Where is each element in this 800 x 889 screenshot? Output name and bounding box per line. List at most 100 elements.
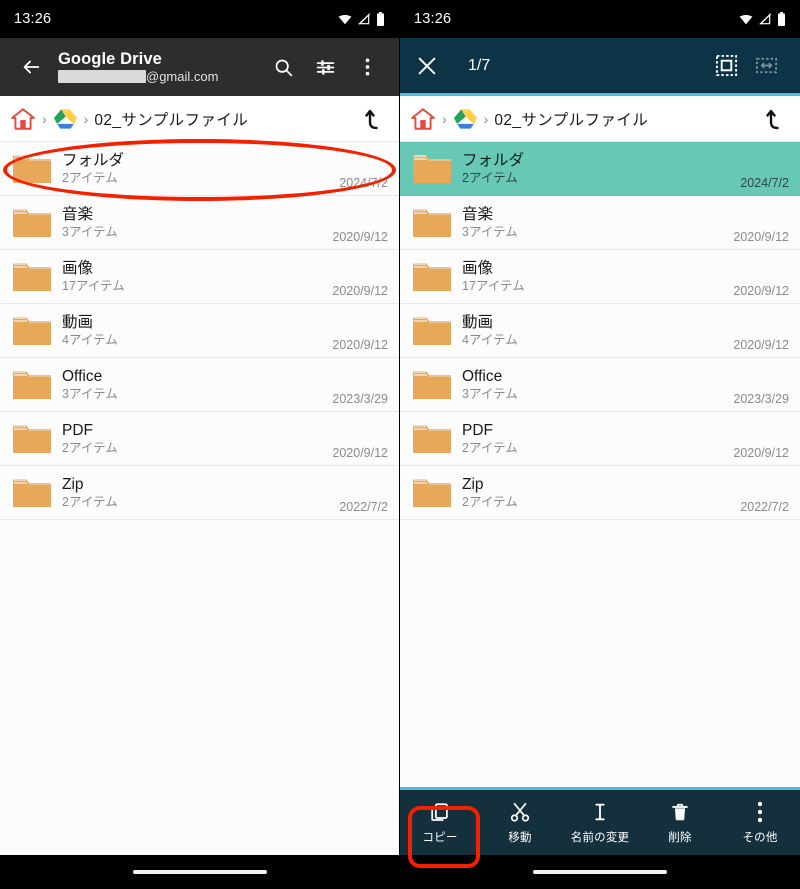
folder-icon [413,209,451,237]
row-texts: 画像 17アイテム [56,259,332,294]
row-texts: 音楽 3アイテム [456,205,733,240]
table-row[interactable]: 音楽 3アイテム 2020/9/12 [0,196,399,250]
status-icons-right [739,12,786,26]
close-icon [418,57,436,74]
folder-icon [13,371,51,399]
table-row[interactable]: フォルダ 2アイテム 2024/7/2 [400,142,800,196]
file-name: 音楽 [462,206,494,223]
wifi-icon [739,14,753,25]
more-action-label: その他 [742,832,778,844]
breadcrumb-current-folder[interactable]: 02_サンプルファイル [94,108,248,130]
folder-icon-wrap [408,419,456,459]
home-icon[interactable] [410,106,436,132]
right-phone-screen: 13:26 1/7 › › 02_サンプルファイル フォルダ 2アイテム 202… [400,0,800,889]
folder-icon-wrap [408,203,456,243]
table-row[interactable]: 画像 17アイテム 2020/9/12 [0,250,399,304]
delete-action-label: 削除 [668,832,692,844]
rename-action[interactable]: 名前の変更 [560,790,640,855]
search-button[interactable] [263,45,303,89]
redacted-username-block [58,70,146,83]
breadcrumb-current-folder[interactable]: 02_サンプルファイル [494,108,648,130]
folder-icon-wrap [8,149,56,189]
bottom-action-bar: コピー 移動 名前の変更 削除 その他 [400,787,800,855]
home-icon[interactable] [10,106,36,132]
folder-icon [13,317,51,345]
scissors-icon [509,800,531,824]
back-button[interactable] [12,48,50,86]
file-item-count: 3アイテム [462,387,518,401]
overflow-menu-button[interactable] [347,45,387,89]
google-drive-icon[interactable] [53,108,78,130]
wifi-icon [338,14,352,25]
table-row[interactable]: 動画 4アイテム 2020/9/12 [0,304,399,358]
folder-icon-wrap [408,473,456,513]
status-time-right: 13:26 [414,11,452,27]
selection-count: 1/7 [468,56,491,74]
table-row[interactable]: 音楽 3アイテム 2020/9/12 [400,196,800,250]
battery-icon [778,12,785,26]
folder-icon-wrap [8,257,56,297]
file-name: Office [62,368,103,385]
overflow-menu-icon [757,800,763,824]
folder-icon [413,263,451,291]
table-row[interactable]: PDF 2アイテム 2020/9/12 [400,412,800,466]
close-selection-button[interactable] [414,53,440,79]
gesture-pill[interactable] [132,870,267,874]
status-time: 13:26 [14,11,52,27]
file-name: PDF [62,422,93,439]
table-row[interactable]: Zip 2アイテム 2022/7/2 [400,466,800,520]
file-date: 2020/9/12 [332,446,388,460]
table-row[interactable]: Zip 2アイテム 2022/7/2 [0,466,399,520]
table-row[interactable]: 画像 17アイテム 2020/9/12 [400,250,800,304]
select-all-button[interactable] [706,44,746,88]
go-up-button[interactable] [760,108,790,130]
folder-icon [413,479,451,507]
move-action[interactable]: 移動 [480,790,560,855]
go-up-button[interactable] [359,108,389,130]
arrow-back-icon [23,60,40,74]
folder-icon-wrap [8,203,56,243]
copy-action[interactable]: コピー [400,790,480,855]
file-date: 2024/7/2 [740,176,789,190]
file-date: 2023/3/29 [733,392,789,406]
file-name: PDF [462,422,493,439]
file-name: フォルダ [462,152,525,169]
file-name: 動画 [62,314,94,331]
breadcrumb-right: › › 02_サンプルファイル [400,96,800,142]
table-row[interactable]: 動画 4アイテム 2020/9/12 [400,304,800,358]
row-texts: Zip 2アイテム [456,475,740,510]
file-date: 2022/7/2 [339,500,388,514]
filter-button[interactable] [305,45,345,89]
gesture-pill[interactable] [533,870,667,874]
folder-icon [13,263,51,291]
file-item-count: 4アイテム [462,333,518,347]
copy-icon [429,800,451,824]
breadcrumb-separator: › [442,110,447,127]
breadcrumb-separator-2: › [83,110,89,127]
delete-action[interactable]: 削除 [640,790,720,855]
file-date: 2020/9/12 [332,230,388,244]
folder-icon-wrap [408,257,456,297]
trash-icon [669,800,691,824]
app-title: Google Drive [58,49,162,68]
go-up-icon [365,109,378,129]
file-list-right: フォルダ 2アイテム 2024/7/2 音楽 3アイテム 2020/9/12 画像 17アイテ… [400,142,800,787]
folder-icon-wrap [408,149,456,189]
folder-icon [413,425,451,453]
google-drive-icon[interactable] [453,108,478,130]
file-item-count: 2アイテム [462,171,518,185]
table-row[interactable]: PDF 2アイテム 2020/9/12 [0,412,399,466]
table-row[interactable]: Office 3アイテム 2023/3/29 [400,358,800,412]
breadcrumb-separator: › [42,110,47,127]
folder-icon [413,155,451,183]
row-texts: PDF 2アイテム [456,421,733,456]
status-bar-right: 13:26 [400,0,800,38]
table-row[interactable]: フォルダ 2アイテム 2024/7/2 [0,142,399,196]
folder-icon [413,371,451,399]
account-email-suffix: @gmail.com [146,68,219,84]
folder-icon [13,425,51,453]
more-action[interactable]: その他 [720,790,800,855]
table-row[interactable]: Office 3アイテム 2023/3/29 [0,358,399,412]
left-phone-screen: 13:26 Google Drive @gmail.com › › 02_サンプ… [0,0,400,889]
select-range-button[interactable] [746,44,786,88]
